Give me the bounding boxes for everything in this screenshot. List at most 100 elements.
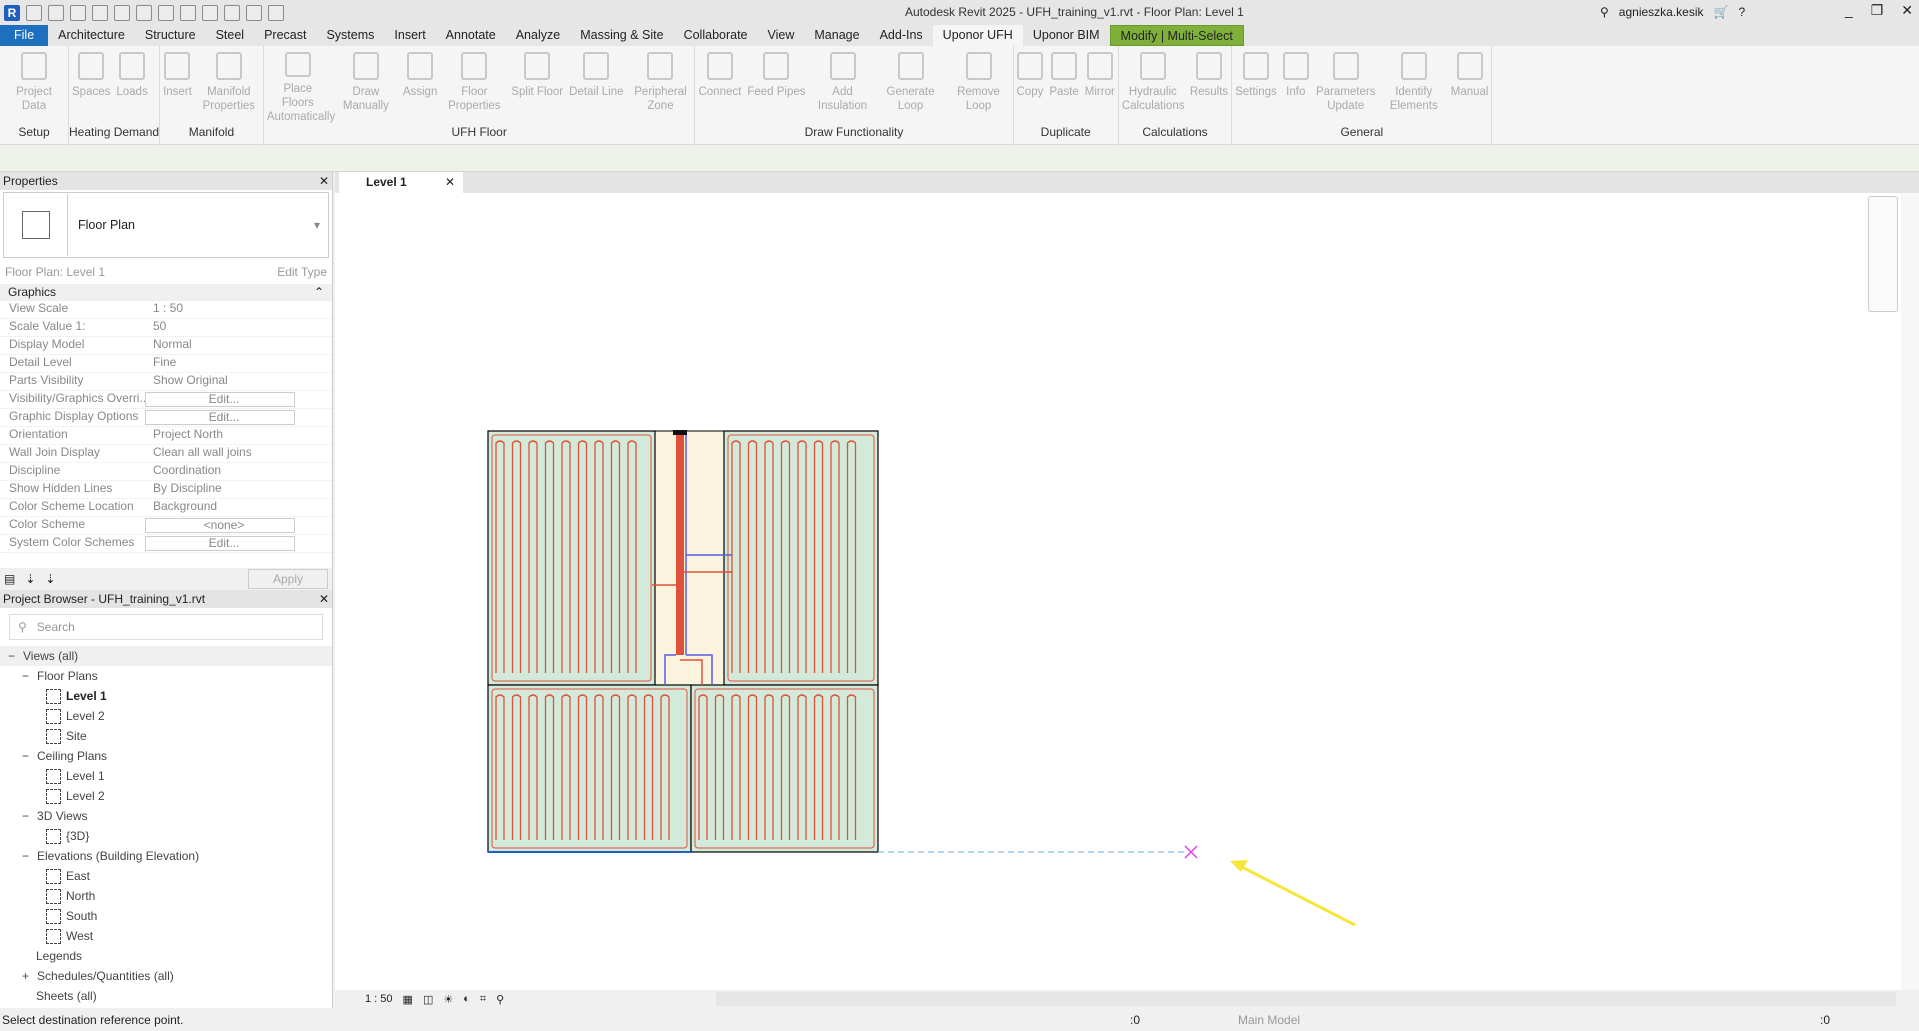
tree-item[interactable]: Level 1 bbox=[0, 766, 332, 786]
collapse-icon[interactable]: − bbox=[8, 646, 15, 666]
sort-icon[interactable]: ⇣ bbox=[25, 572, 35, 586]
restore-button[interactable]: ❐ bbox=[1871, 2, 1884, 19]
sun-path-icon[interactable]: ☀ bbox=[443, 993, 453, 1006]
collapse-icon[interactable]: − bbox=[22, 846, 29, 866]
tab-insert[interactable]: Insert bbox=[384, 25, 435, 46]
hydraulic-calculations-button[interactable]: Hydraulic Calculations bbox=[1119, 52, 1187, 124]
collapse-icon[interactable]: − bbox=[22, 806, 29, 826]
info-button[interactable]: Info bbox=[1280, 52, 1312, 124]
identify-elements-button[interactable]: Identify Elements bbox=[1380, 52, 1448, 124]
tree-item[interactable]: Level 2 bbox=[0, 786, 332, 806]
settings-button[interactable]: Settings bbox=[1232, 52, 1280, 124]
mirror-button[interactable]: Mirror bbox=[1082, 52, 1118, 124]
tree-item[interactable]: − Ceiling Plans bbox=[0, 746, 332, 766]
tree-item[interactable]: −3D Views bbox=[0, 806, 332, 826]
tab-structure[interactable]: Structure bbox=[135, 25, 206, 46]
close-icon[interactable]: ✕ bbox=[319, 174, 329, 188]
draw-manually-button[interactable]: Draw Manually bbox=[332, 52, 400, 124]
tab-manage[interactable]: Manage bbox=[804, 25, 869, 46]
parameters-update-button[interactable]: Parameters Update bbox=[1312, 52, 1380, 124]
tab-file[interactable]: File bbox=[0, 25, 49, 46]
properties-filter-icon[interactable]: ▤ bbox=[4, 572, 15, 586]
user-name[interactable]: agnieszka.kesik bbox=[1619, 5, 1704, 19]
navigation-bar[interactable] bbox=[1868, 196, 1898, 312]
tree-item[interactable]: South bbox=[0, 906, 332, 926]
property-edit-button[interactable]: <none> bbox=[145, 518, 295, 533]
active-model[interactable]: Main Model bbox=[1238, 1013, 1300, 1027]
property-value[interactable]: 1 : 50 bbox=[145, 301, 295, 318]
floor-plan-drawing[interactable] bbox=[335, 193, 1901, 990]
filter-count[interactable]: :0 bbox=[1820, 1013, 1830, 1027]
property-value[interactable]: Clean all wall joins bbox=[145, 445, 295, 462]
measure-icon[interactable] bbox=[158, 4, 174, 21]
horizontal-scrollbar[interactable] bbox=[716, 992, 1896, 1006]
tab-massing-site[interactable]: Massing & Site bbox=[570, 25, 673, 46]
search-input[interactable]: ⚲ Search bbox=[9, 614, 323, 640]
property-edit-button[interactable]: Edit... bbox=[145, 536, 295, 551]
switch-windows-icon[interactable] bbox=[268, 4, 284, 21]
copy-button[interactable]: Copy bbox=[1014, 52, 1047, 124]
manual-button[interactable]: Manual bbox=[1448, 52, 1492, 124]
tab-view[interactable]: View bbox=[758, 25, 805, 46]
undo-icon[interactable] bbox=[92, 4, 108, 21]
add-insulation-button[interactable]: Add Insulation bbox=[809, 52, 877, 124]
revit-logo[interactable]: R bbox=[4, 4, 20, 21]
tab-annotate[interactable]: Annotate bbox=[436, 25, 506, 46]
drawing-canvas[interactable] bbox=[335, 193, 1901, 990]
text-icon[interactable] bbox=[202, 4, 218, 21]
split-floor-button[interactable]: Split Floor bbox=[508, 52, 566, 124]
tree-item[interactable]: − Elevations (Building Elevation) bbox=[0, 846, 332, 866]
property-value[interactable]: 50 bbox=[145, 319, 295, 336]
help-icon[interactable]: ? bbox=[1738, 5, 1745, 19]
visual-style-icon[interactable]: ◫ bbox=[423, 993, 433, 1006]
tab-architecture[interactable]: Architecture bbox=[48, 25, 135, 46]
worksets-count[interactable]: :0 bbox=[1130, 1013, 1140, 1027]
collapse-icon[interactable]: − bbox=[22, 666, 29, 686]
project-data-button[interactable]: Project Data bbox=[0, 52, 68, 124]
tree-item[interactable]: {3D} bbox=[0, 826, 332, 846]
open-icon[interactable] bbox=[26, 4, 42, 21]
tab-modify-multi-select[interactable]: Modify | Multi-Select bbox=[1109, 25, 1244, 46]
collapse-icon[interactable]: − bbox=[22, 746, 29, 766]
dimension-icon[interactable] bbox=[180, 4, 196, 21]
instance-filter[interactable]: Floor Plan: Level 1 bbox=[5, 265, 105, 279]
insert-button[interactable]: Insert bbox=[160, 52, 195, 124]
tree-item[interactable]: Site bbox=[0, 726, 332, 746]
tree-item[interactable]: Level 1 bbox=[0, 686, 332, 706]
tree-item[interactable]: Level 2 bbox=[0, 706, 332, 726]
expand-icon[interactable]: + bbox=[22, 966, 29, 986]
vertical-scrollbar[interactable] bbox=[1901, 193, 1919, 990]
redo-icon[interactable] bbox=[114, 4, 130, 21]
3d-view-icon[interactable] bbox=[224, 4, 240, 21]
sync-icon[interactable] bbox=[70, 4, 86, 21]
apply-button[interactable]: Apply bbox=[247, 569, 328, 589]
place-floors-automatically-button[interactable]: Place Floors Automatically bbox=[264, 52, 335, 124]
tab-uponor-bim[interactable]: Uponor BIM bbox=[1023, 25, 1110, 46]
close-icon[interactable]: ✕ bbox=[445, 175, 455, 189]
crop-icon[interactable]: ⌗ bbox=[480, 993, 486, 1006]
property-value[interactable]: Background bbox=[145, 499, 295, 516]
manifold-properties-button[interactable]: Manifold Properties bbox=[195, 52, 263, 124]
peripheral-zone-button[interactable]: Peripheral Zone bbox=[626, 52, 694, 124]
detail-level-icon[interactable]: ▦ bbox=[403, 993, 413, 1006]
tab-level-1[interactable]: Level 1 ✕ bbox=[339, 172, 463, 193]
property-value[interactable]: Fine bbox=[145, 355, 295, 372]
tab-systems[interactable]: Systems bbox=[316, 25, 384, 46]
property-value[interactable]: Coordination bbox=[145, 463, 295, 480]
detail-line-button[interactable]: Detail Line bbox=[566, 52, 626, 124]
shadows-icon[interactable]: ◐ bbox=[463, 993, 470, 1005]
tab-precast[interactable]: Precast bbox=[254, 25, 316, 46]
loads-button[interactable]: Loads bbox=[113, 52, 150, 124]
tab-steel[interactable]: Steel bbox=[206, 25, 255, 46]
paste-button[interactable]: Paste bbox=[1046, 52, 1081, 124]
property-edit-button[interactable]: Edit... bbox=[145, 392, 295, 407]
spaces-button[interactable]: Spaces bbox=[69, 52, 113, 124]
sort-desc-icon[interactable]: ⇣ bbox=[45, 572, 55, 586]
tab-analyze[interactable]: Analyze bbox=[506, 25, 570, 46]
remove-loop-button[interactable]: Remove Loop bbox=[945, 52, 1013, 124]
close-button[interactable]: ✕ bbox=[1901, 2, 1913, 19]
tree-item[interactable]: − Views (all) bbox=[0, 646, 332, 666]
property-value[interactable]: Show Original bbox=[145, 373, 295, 390]
type-selector[interactable]: Floor Plan ▾ bbox=[3, 192, 329, 258]
connect-button[interactable]: Connect bbox=[695, 52, 744, 124]
